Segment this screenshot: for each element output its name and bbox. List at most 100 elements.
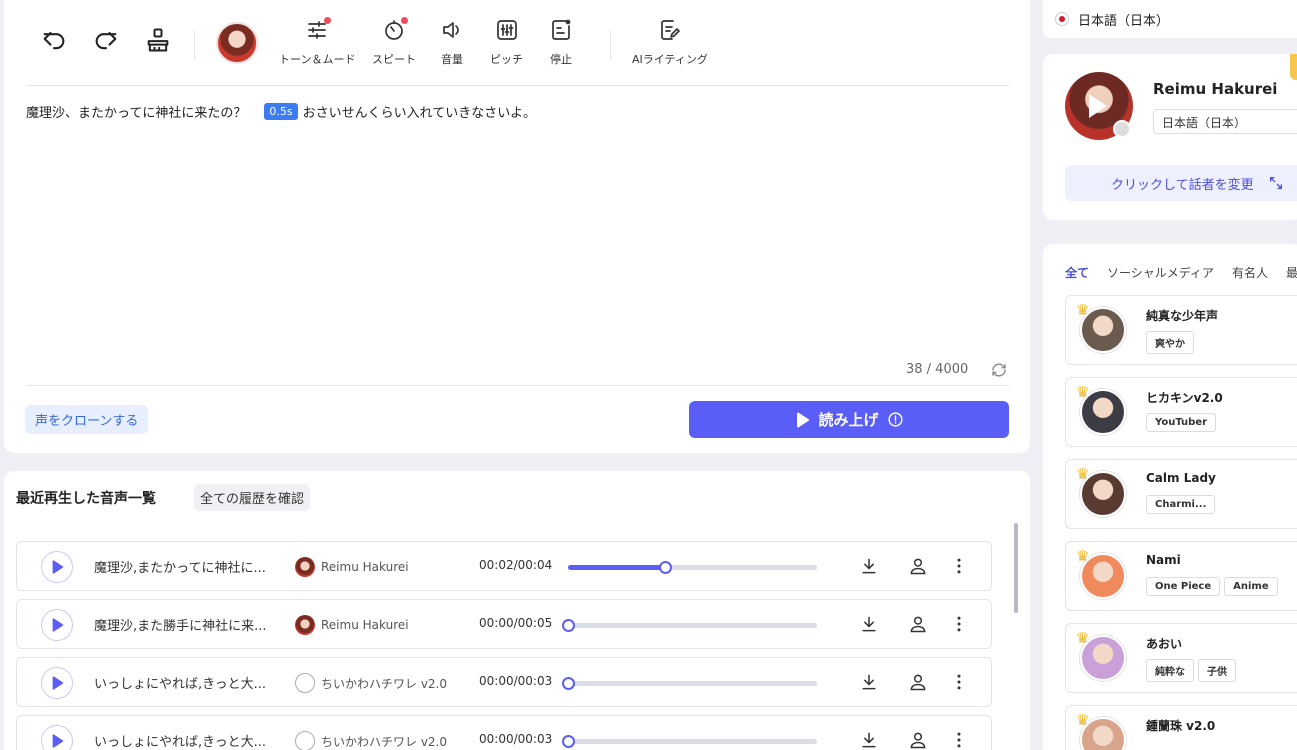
language-label: 日本語（日本） — [1078, 14, 1170, 29]
clear-brush-icon[interactable] — [142, 24, 174, 56]
download-icon[interactable] — [859, 556, 879, 576]
script-text-area[interactable]: 魔理沙、またかってに神社に来たの？ 0.5s おさいせんくらい入れていきなさいよ… — [26, 102, 536, 121]
premium-corner-tag — [1290, 54, 1297, 80]
recent-row[interactable]: 魔理沙,また勝手に神社に来... Reimu Hakurei 00:00/00:… — [16, 599, 992, 649]
avatar-badge — [1113, 120, 1131, 138]
voice-avatar — [295, 673, 315, 693]
progress-slider[interactable] — [562, 735, 817, 748]
row-title: 魔理沙,またかってに神社に... — [94, 561, 266, 576]
play-icon — [52, 618, 64, 632]
voice-card[interactable]: ♛ ヒカキンv2.0 YouTuber — [1065, 377, 1297, 447]
tone-mood-tool[interactable]: トーン＆ムード — [279, 17, 355, 67]
voice-card[interactable]: ♛ あおい 純粋な 子供 — [1065, 623, 1297, 693]
speaker-avatar[interactable] — [216, 22, 258, 64]
voice-name: Reimu Hakurei — [321, 560, 409, 574]
tool-label: AIライティング — [632, 53, 708, 66]
play-button[interactable] — [41, 551, 73, 583]
tool-label: 音量 — [441, 53, 463, 66]
voice-tags: 爽やか — [1146, 331, 1194, 354]
more-icon[interactable] — [949, 730, 969, 750]
download-icon[interactable] — [859, 614, 879, 634]
speed-tool[interactable]: スピート — [372, 17, 416, 67]
editor-divider — [26, 385, 1009, 386]
voice-user-icon[interactable] — [908, 614, 928, 634]
clone-voice-button[interactable]: 声をクローンする — [25, 405, 149, 434]
download-icon[interactable] — [859, 730, 879, 750]
read-aloud-button[interactable]: 読み上げ — [689, 401, 1009, 438]
voice-name: 純真な少年声 — [1146, 309, 1219, 323]
tab-recent[interactable]: 最近 — [1286, 264, 1297, 281]
voice-user-icon[interactable] — [908, 556, 928, 576]
redo-icon[interactable] — [90, 24, 122, 56]
voice-tags: YouTuber — [1146, 413, 1217, 432]
voice-card[interactable]: ♛ 純真な少年声 爽やか — [1065, 295, 1297, 365]
ai-writing-tool[interactable]: AIライティング — [632, 18, 708, 67]
pitch-tool[interactable]: ピッチ — [490, 18, 523, 67]
progress-slider[interactable] — [562, 677, 817, 690]
editor-panel: トーン＆ムード スピート 音量 ピッチ 停止 AIライティング 魔理沙、またかっ… — [4, 0, 1030, 453]
progress-knob[interactable] — [562, 677, 575, 690]
crown-icon: ♛ — [1076, 711, 1090, 729]
voice-tag: 純粋な — [1146, 659, 1194, 682]
play-icon — [52, 734, 64, 748]
voice-avatar — [295, 557, 315, 577]
voice-tags: Charmi... — [1146, 495, 1216, 514]
language-selector[interactable]: 日本語（日本） — [1043, 0, 1297, 38]
play-button[interactable] — [41, 725, 73, 750]
tab-celebrity[interactable]: 有名人 — [1232, 264, 1268, 281]
tab-social-media[interactable]: ソーシャルメディア — [1107, 264, 1214, 281]
progress-knob[interactable] — [562, 735, 575, 748]
progress-slider[interactable] — [562, 619, 817, 632]
voice-card[interactable]: ♛ Nami One Piece Anime — [1065, 541, 1297, 611]
crown-icon: ♛ — [1076, 383, 1090, 401]
crown-icon: ♛ — [1076, 465, 1090, 483]
notification-dot — [401, 17, 408, 24]
view-history-button[interactable]: 全ての履歴を確認 — [194, 484, 311, 511]
pause-badge[interactable]: 0.5s — [264, 103, 298, 120]
more-icon[interactable] — [949, 672, 969, 692]
play-button[interactable] — [41, 609, 73, 641]
voice-name: ヒカキンv2.0 — [1146, 391, 1223, 405]
voice-user-icon[interactable] — [908, 730, 928, 750]
change-speaker-label: クリックして話者を変更 — [1111, 177, 1254, 193]
speaker-language-select[interactable]: 日本語（日本） — [1153, 109, 1297, 134]
recent-row[interactable]: いっしょにやれば,きっと大... ちいかわハチワレ v2.0 00:00/00:… — [16, 715, 992, 750]
recent-row[interactable]: 魔理沙,またかってに神社に... Reimu Hakurei 00:02/00:… — [16, 541, 992, 591]
pause-tool[interactable]: 停止 — [549, 18, 573, 67]
playback-time: 00:00/00:05 — [479, 616, 553, 630]
playback-time: 00:00/00:03 — [479, 674, 553, 688]
recent-title: 最近再生した音声一覧 — [16, 491, 156, 507]
progress-slider[interactable] — [568, 561, 817, 574]
voice-card[interactable]: ♛ 鍾蘭珠 v2.0 — [1065, 705, 1297, 750]
voice-user-icon[interactable] — [908, 672, 928, 692]
sliders-icon — [305, 17, 332, 46]
volume-icon — [440, 18, 464, 46]
refresh-icon[interactable] — [990, 361, 1008, 379]
change-speaker-button[interactable]: クリックして話者を変更 — [1065, 165, 1297, 201]
download-icon[interactable] — [859, 672, 879, 692]
voice-tag: 爽やか — [1146, 331, 1194, 354]
toolbar-divider — [26, 85, 1009, 86]
play-button[interactable] — [41, 667, 73, 699]
voice-name: Calm Lady — [1146, 471, 1216, 485]
voice-library-panel: 全て ソーシャルメディア 有名人 最近 ♛ 純真な少年声 爽やか ♛ ヒカキンv… — [1043, 244, 1297, 750]
info-icon — [887, 412, 903, 427]
volume-tool[interactable]: 音量 — [440, 18, 464, 67]
row-voice: ちいかわハチワレ v2.0 — [295, 673, 447, 693]
tool-label: ピッチ — [490, 53, 523, 66]
scrollbar[interactable] — [1014, 523, 1018, 613]
recent-row[interactable]: いっしょにやれば,きっと大... ちいかわハチワレ v2.0 00:00/00:… — [16, 657, 992, 707]
speaker-avatar-large[interactable] — [1065, 72, 1133, 140]
voice-card[interactable]: ♛ Calm Lady Charmi... — [1065, 459, 1297, 529]
undo-icon[interactable] — [38, 24, 70, 56]
voice-tag: Anime — [1224, 577, 1278, 596]
play-icon — [797, 411, 810, 428]
progress-knob[interactable] — [659, 561, 673, 574]
row-voice: Reimu Hakurei — [295, 615, 409, 635]
voice-name: 鍾蘭珠 v2.0 — [1146, 719, 1216, 733]
tab-all[interactable]: 全て — [1065, 264, 1089, 281]
progress-knob[interactable] — [562, 619, 575, 632]
voice-avatar — [295, 731, 315, 750]
more-icon[interactable] — [949, 614, 969, 634]
more-icon[interactable] — [949, 556, 969, 576]
